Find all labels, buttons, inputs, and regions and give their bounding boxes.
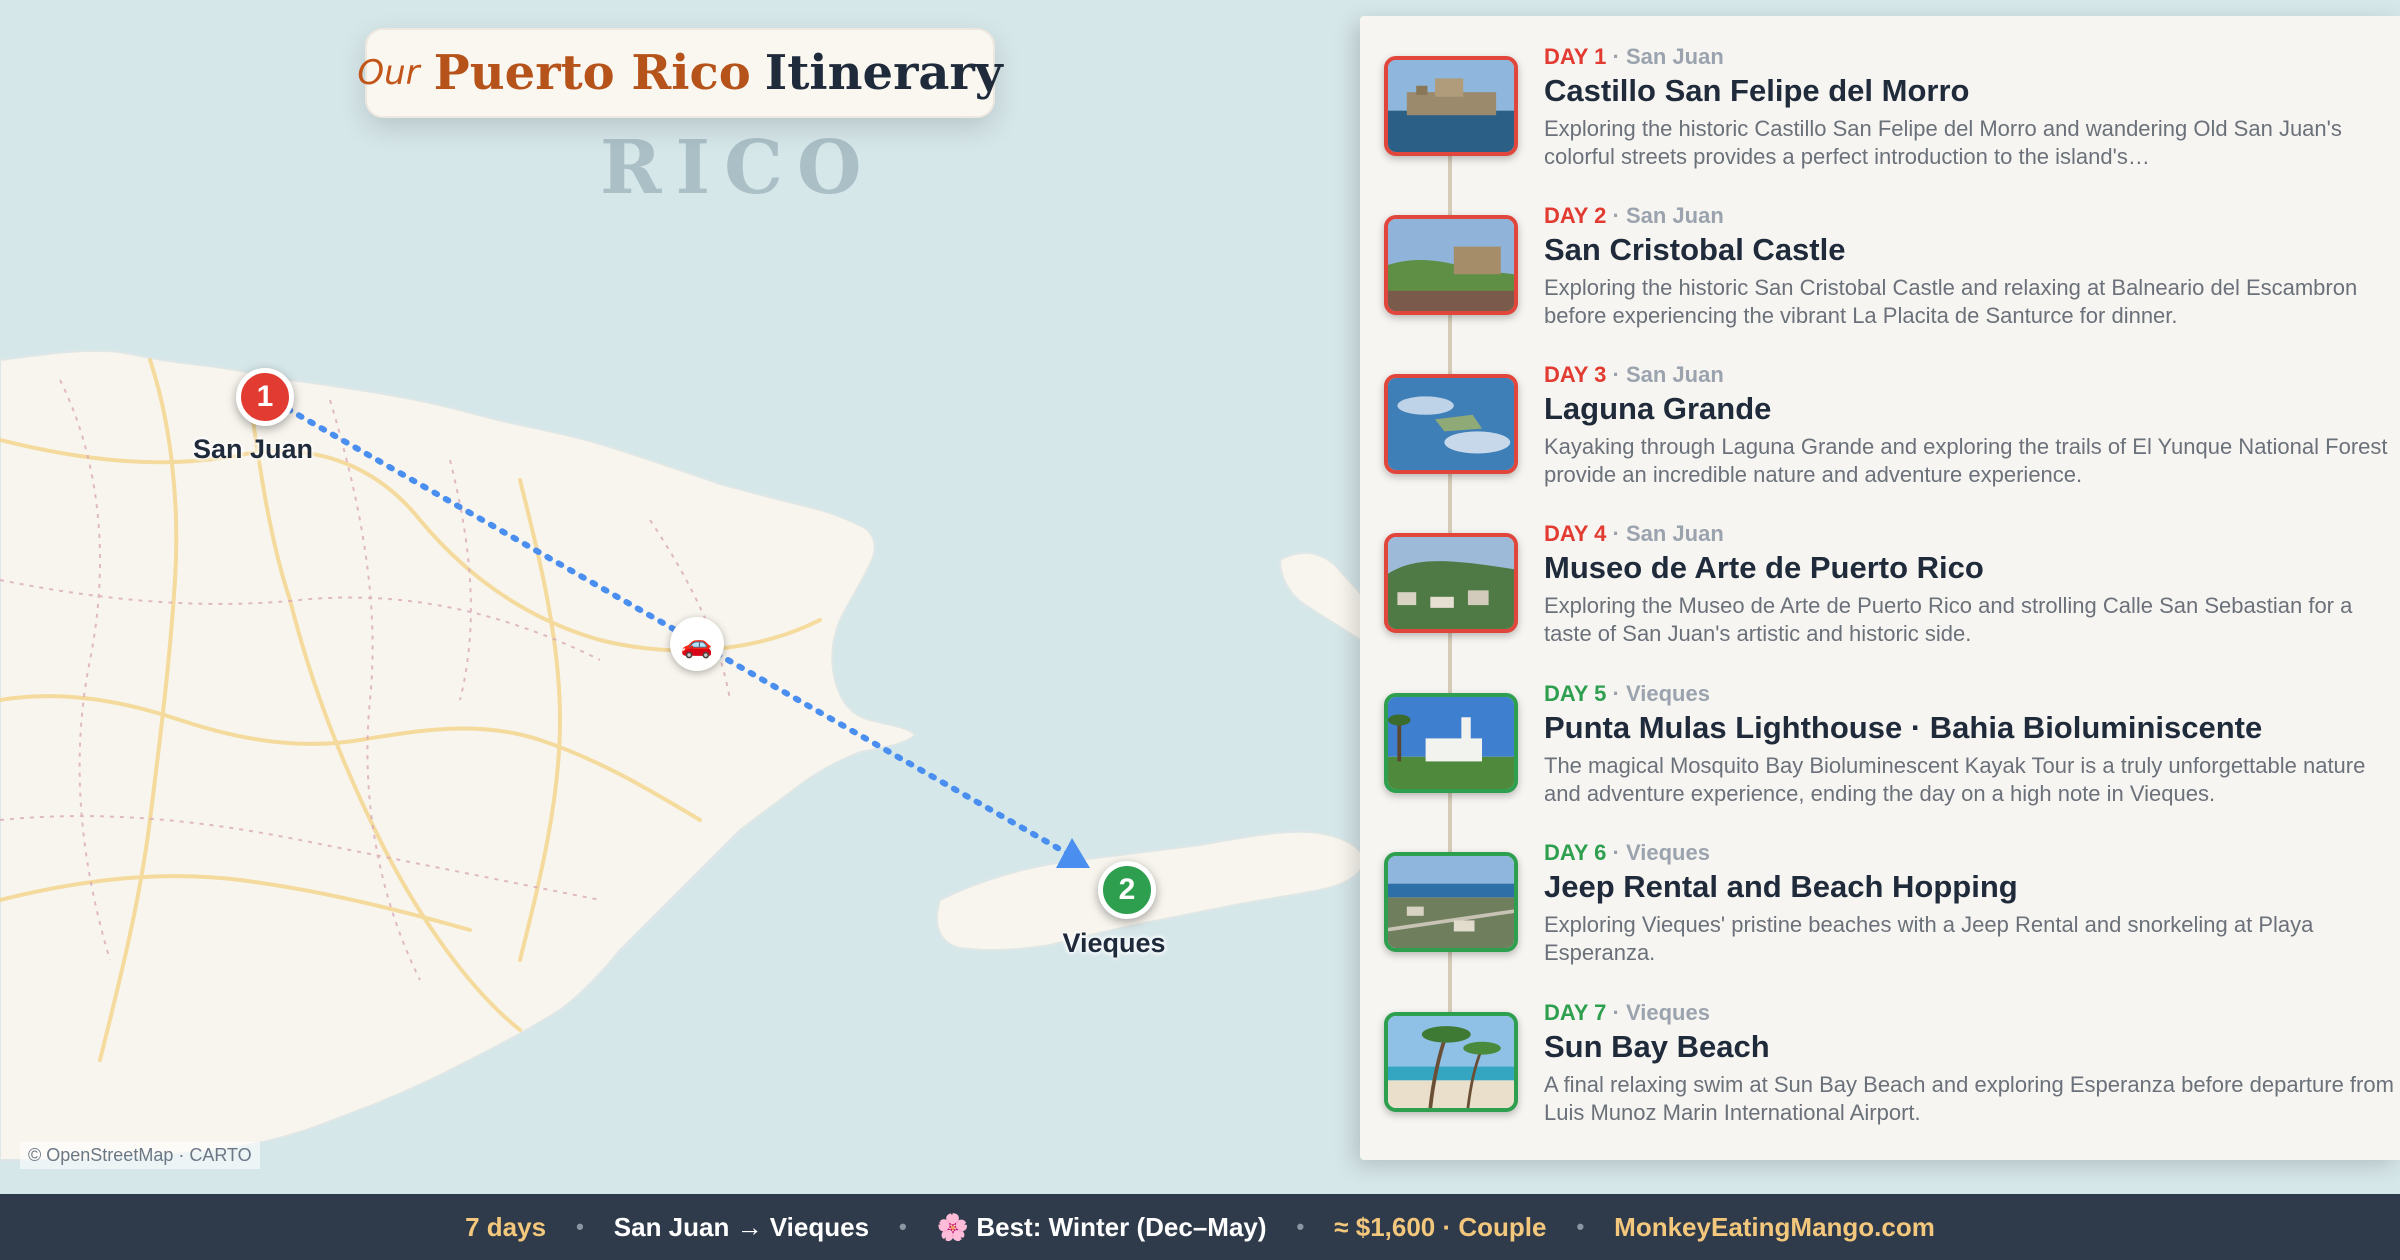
sea-label: RICO — [600, 125, 876, 211]
footer-separator: • — [1576, 1214, 1585, 1239]
day-card-2[interactable]: DAY 2 · San Juan San Cristobal Castle Ex… — [1384, 203, 2394, 353]
flower-icon: 🌸 — [936, 1211, 970, 1242]
day-photo-1 — [1384, 56, 1518, 156]
day-city: San Juan — [1625, 44, 1724, 69]
title-suffix: Itinerary — [764, 45, 1003, 101]
day-label: DAY 5 — [1544, 681, 1607, 706]
day-separator: · — [1612, 362, 1620, 387]
day-separator: · — [1612, 203, 1620, 228]
footer-season: Best: Winter (Dec–May) — [976, 1211, 1267, 1242]
day-separator: · — [1612, 521, 1620, 546]
day-photo-6 — [1384, 852, 1518, 952]
day-city: Vieques — [1625, 1000, 1710, 1025]
day-photo-4 — [1384, 533, 1518, 633]
day-label: DAY 1 — [1544, 44, 1607, 69]
footer-separator: • — [1296, 1214, 1305, 1239]
day-photo-7 — [1384, 1012, 1518, 1112]
marker-number: 2 — [1118, 873, 1136, 906]
day-card-7[interactable]: DAY 7 · Vieques Sun Bay Beach A final re… — [1384, 1000, 2394, 1150]
day-description: The magical Mosquito Bay Bioluminescent … — [1544, 753, 2366, 806]
day-label: DAY 2 — [1544, 203, 1607, 228]
day-title: Museo de Arte de Puerto Rico — [1544, 550, 1984, 585]
day-separator: · — [1612, 1000, 1620, 1025]
day-title: Jeep Rental and Beach Hopping — [1544, 869, 2018, 904]
footer-separator: • — [899, 1214, 907, 1239]
day-description: Kayaking through Laguna Grande and explo… — [1544, 434, 2388, 487]
title-main: Puerto Rico — [433, 45, 751, 101]
footer-budget: ≈ $1,600 · Couple — [1334, 1211, 1547, 1242]
map-marker-stop-2[interactable]: 2 — [1098, 861, 1156, 919]
title-card: Our Puerto Rico Itinerary — [357, 28, 1003, 118]
day-label: DAY 4 — [1544, 521, 1607, 546]
footer-route: San Juan → Vieques — [613, 1211, 870, 1242]
day-photo-5 — [1384, 693, 1518, 793]
day-separator: · — [1612, 44, 1620, 69]
day-description: Exploring the historic Castillo San Feli… — [1544, 116, 2342, 169]
footer-site-link[interactable]: MonkeyEatingMango.com — [1614, 1212, 1935, 1243]
day-city: Vieques — [1625, 681, 1710, 706]
marker-number: 1 — [256, 380, 274, 413]
summary-footer: 7 days • San Juan → Vieques • 🌸 Best: Wi… — [0, 1194, 2400, 1260]
day-city: San Juan — [1625, 521, 1724, 546]
car-glyph: 🚗 — [680, 628, 714, 659]
day-title: Sun Bay Beach — [1544, 1029, 1770, 1064]
day-card-5[interactable]: DAY 5 · Vieques Punta Mulas Lighthouse ·… — [1384, 681, 2394, 831]
day-description: Exploring Vieques' pristine beaches with… — [1544, 912, 2314, 965]
day-card-1[interactable]: DAY 1 · San Juan Castillo San Felipe del… — [1384, 44, 2394, 194]
title-prefix: Our — [357, 53, 420, 93]
day-photo-2 — [1384, 215, 1518, 315]
day-description: A final relaxing swim at Sun Bay Beach a… — [1544, 1072, 2394, 1125]
day-city: San Juan — [1625, 362, 1724, 387]
day-description: Exploring the historic San Cristobal Cas… — [1544, 275, 2358, 328]
day-card-3[interactable]: DAY 3 · San Juan Laguna Grande Kayaking … — [1384, 362, 2394, 512]
day-label: DAY 3 — [1544, 362, 1607, 387]
day-title: San Cristobal Castle — [1544, 232, 1846, 267]
city-label-vieques: Vieques — [1062, 928, 1166, 958]
day-city: San Juan — [1625, 203, 1724, 228]
itinerary-panel: DAY 1 · San Juan Castillo San Felipe del… — [1360, 16, 2400, 1160]
day-label: DAY 7 — [1544, 1000, 1607, 1025]
day-card-4[interactable]: DAY 4 · San Juan Museo de Arte de Puerto… — [1384, 521, 2394, 671]
day-title: Laguna Grande — [1544, 391, 1772, 426]
city-label-san-juan: San Juan — [192, 434, 314, 464]
day-card-6[interactable]: DAY 6 · Vieques Jeep Rental and Beach Ho… — [1384, 840, 2394, 990]
day-title: Punta Mulas Lighthouse · Bahia Biolumini… — [1544, 710, 2263, 745]
footer-separator: • — [576, 1214, 584, 1239]
day-description: Exploring the Museo de Arte de Puerto Ri… — [1544, 593, 2353, 646]
day-city: Vieques — [1625, 840, 1710, 865]
footer-duration: 7 days — [465, 1211, 547, 1242]
day-photo-3 — [1384, 374, 1518, 474]
map-marker-stop-1[interactable]: 1 — [236, 368, 294, 426]
day-label: DAY 6 — [1544, 840, 1607, 865]
day-title: Castillo San Felipe del Morro — [1544, 73, 1970, 108]
car-icon: 🚗 — [670, 617, 724, 671]
day-separator: · — [1612, 840, 1620, 865]
map-attribution[interactable]: © OpenStreetMap · CARTO — [20, 1142, 260, 1169]
day-separator: · — [1612, 681, 1620, 706]
